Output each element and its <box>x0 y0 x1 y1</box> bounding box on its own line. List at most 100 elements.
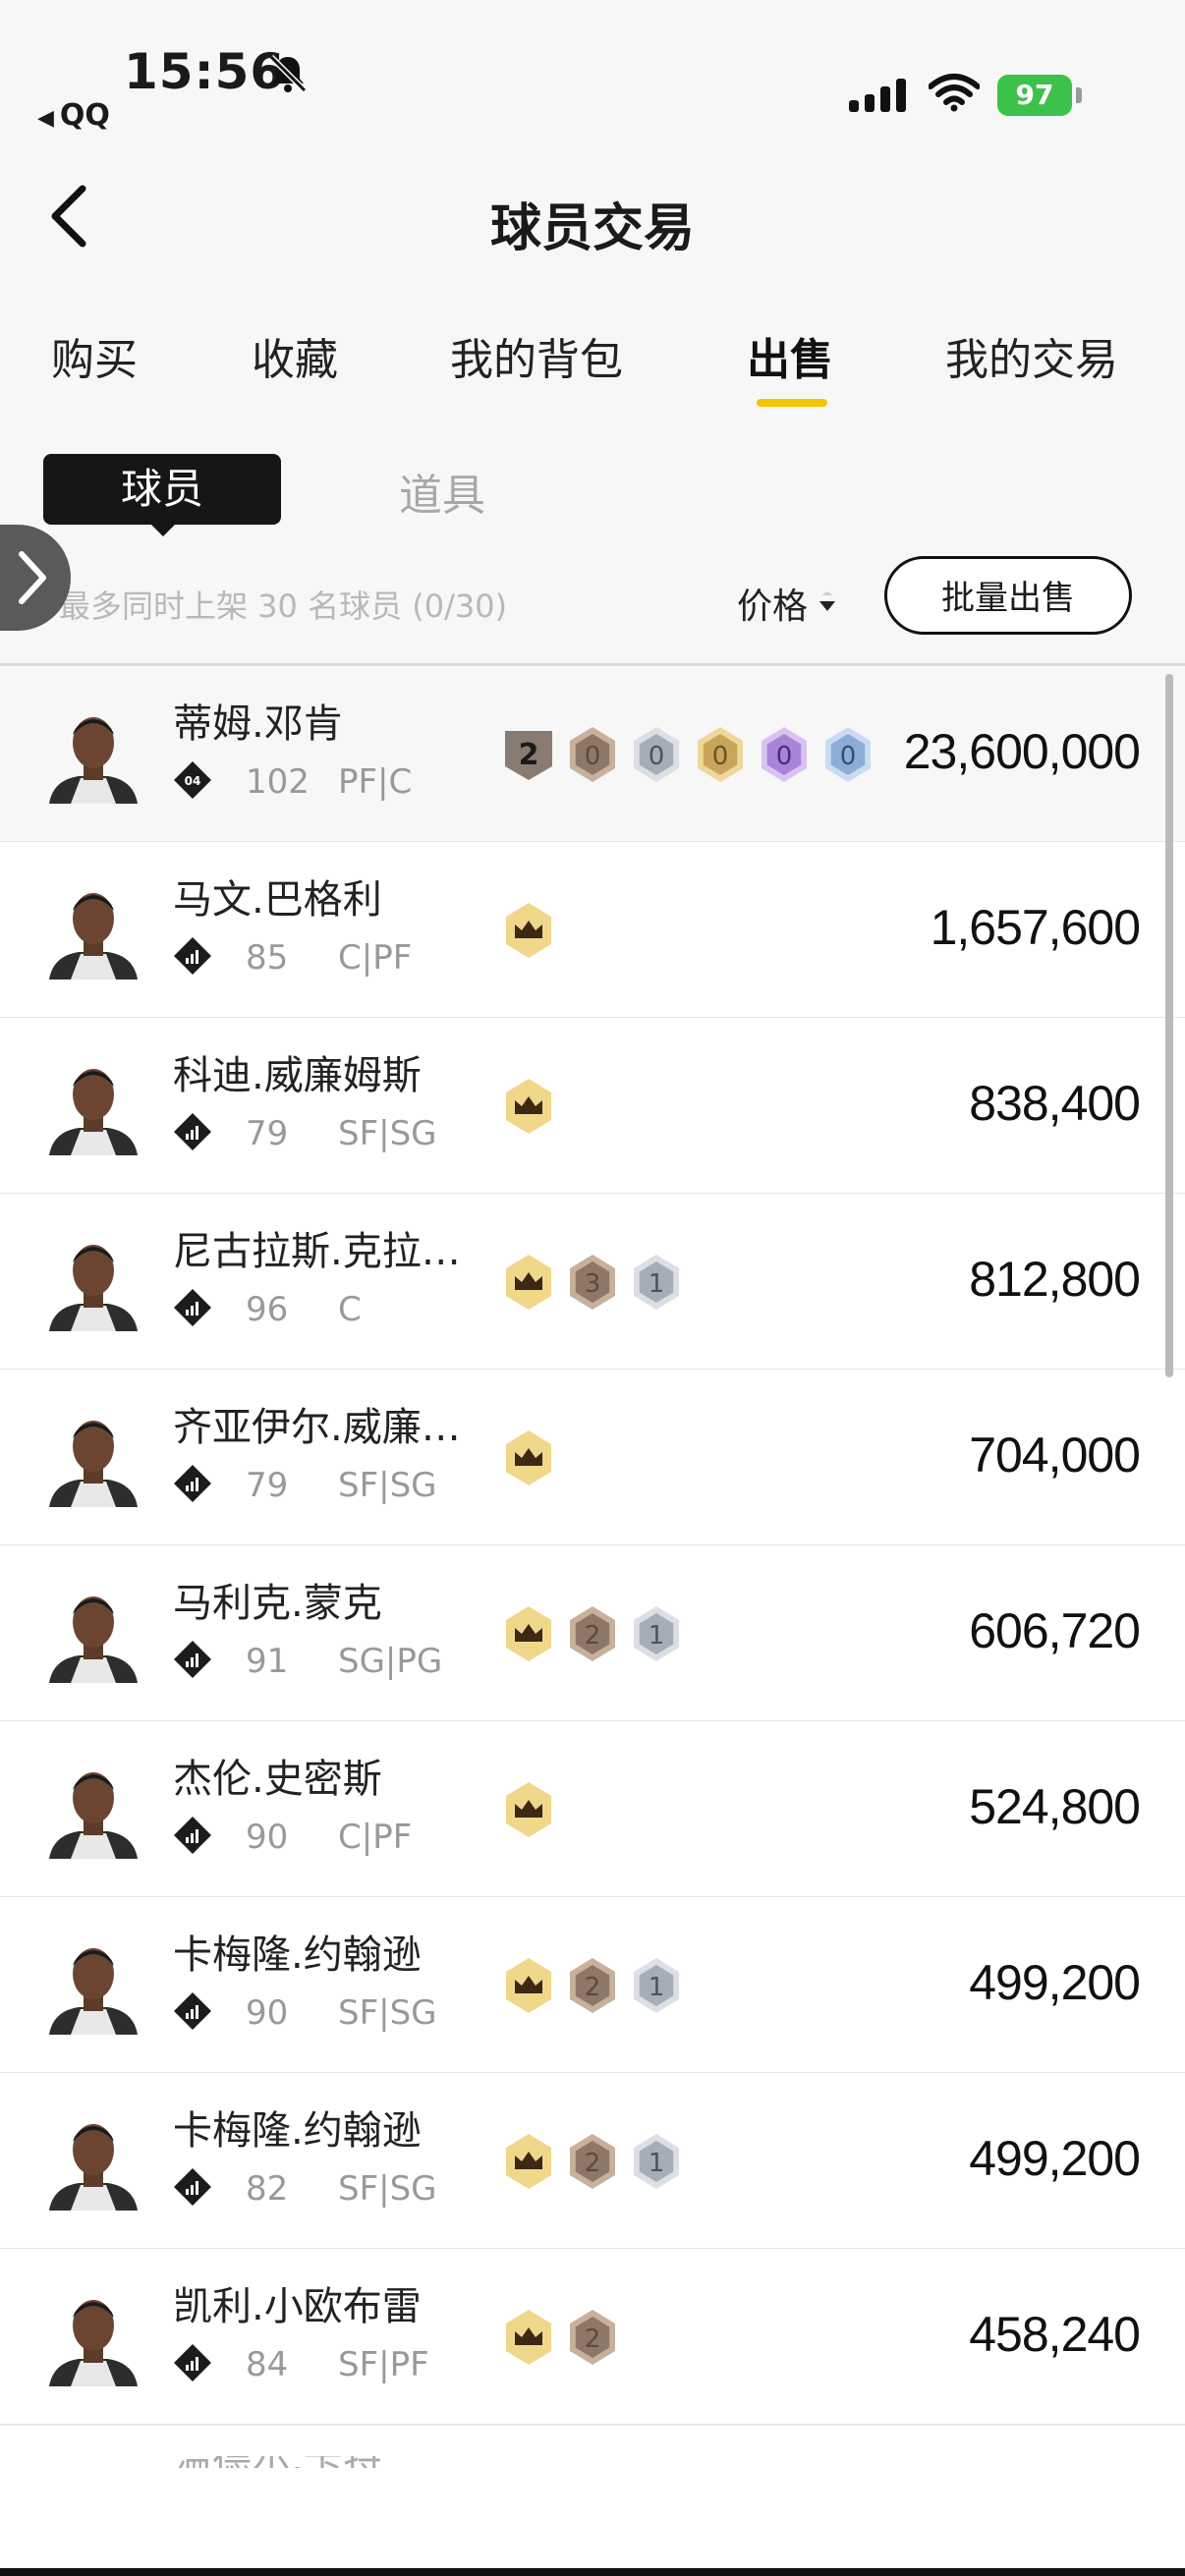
crown-badge-icon <box>501 2132 556 2191</box>
player-rating: 96 <box>246 1290 289 1329</box>
player-price: 524,800 <box>969 1779 1141 1834</box>
player-name: 杰伦.史密斯 <box>173 1757 382 1802</box>
player-name: 马利克.蒙克 <box>173 1581 382 1626</box>
signal-diamond-icon <box>173 1288 212 1327</box>
battery-indicator: 97 <box>997 75 1084 116</box>
player-row[interactable]: 尼古拉斯.克拉… 96 C 3 1 812,800 <box>0 1194 1185 1371</box>
player-position: SF|SG <box>338 1466 437 1505</box>
tab-my-bag[interactable]: 我的背包 <box>450 324 623 387</box>
rank-level-label: 2 <box>519 738 539 772</box>
player-name: 卡梅隆.约翰逊 <box>173 1932 422 1978</box>
main-tabs: 购买 收藏 我的背包 出售 我的交易 <box>0 285 1185 422</box>
player-name: 科迪.威廉姆斯 <box>173 1053 422 1098</box>
hex-badge-count: 0 <box>649 742 665 771</box>
player-name: 凯利.小欧布雷 <box>173 2284 422 2329</box>
silver-hex-badge: 0 <box>629 725 684 784</box>
subtab-players[interactable]: 球员 <box>43 454 281 525</box>
signal-diamond-icon <box>173 2343 212 2382</box>
back-app-label: QQ <box>59 98 110 133</box>
silver-hex-badge: 1 <box>629 1253 684 1312</box>
back-to-app-link[interactable]: ◀ QQ <box>37 98 110 133</box>
hex-badge-count: 3 <box>585 1269 601 1299</box>
player-name: 卡梅隆.约翰逊 <box>173 2108 422 2154</box>
player-price: 704,000 <box>969 1428 1141 1483</box>
player-avatar <box>41 1761 145 1859</box>
player-row[interactable]: 卡梅隆.约翰逊 82 SF|SG 2 1 499,200 <box>0 2073 1185 2250</box>
back-triangle-icon: ◀ <box>37 106 54 131</box>
status-time: 15:56 <box>124 43 286 100</box>
purple-hex-badge: 0 <box>757 725 812 784</box>
hex-badge-count: 1 <box>649 1973 665 2002</box>
signal-diamond-icon <box>173 936 212 976</box>
bottom-frame <box>0 2568 1185 2576</box>
hex-badge-count: 2 <box>585 2324 601 2354</box>
player-row[interactable]: 齐亚伊尔.威廉… 79 SF|SG 704,000 <box>0 1370 1185 1546</box>
player-position: SF|SG <box>338 1114 437 1153</box>
player-position: C|PF <box>338 1818 413 1857</box>
player-position: SG|PG <box>338 1642 443 1681</box>
hex-badge-count: 1 <box>649 1621 665 1651</box>
blue-hex-badge: 0 <box>820 725 875 784</box>
bell-muted-icon <box>268 54 308 93</box>
sort-price-label[interactable]: 价格 <box>737 578 808 629</box>
sort-caret-icon[interactable] <box>816 591 839 615</box>
player-row[interactable]: 蒂姆.邓肯 04 102 PF|C 2 0 0 0 0 0 23,600,000 <box>0 666 1185 843</box>
crown-badge-icon <box>501 901 556 960</box>
listing-limit-text: 最多同时上架 30 名球员 (0/30) <box>59 588 508 625</box>
battery-nub <box>1076 87 1082 103</box>
player-price: 499,200 <box>969 2131 1141 2186</box>
tab-sell[interactable]: 出售 <box>747 324 833 387</box>
subtab-pointer <box>149 523 177 536</box>
player-rating: 90 <box>246 1818 289 1857</box>
bronze-hex-badge: 2 <box>565 2132 620 2191</box>
wifi-icon <box>929 74 980 112</box>
player-row[interactable]: 科迪.威廉姆斯 79 SF|SG 838,400 <box>0 1018 1185 1195</box>
rank-diamond-label: 04 <box>185 774 201 788</box>
player-position: SF|SG <box>338 2169 437 2209</box>
player-price: 458,240 <box>969 2307 1141 2362</box>
crown-badge-icon <box>501 1428 556 1487</box>
bulk-sell-button[interactable]: 批量出售 <box>884 556 1132 635</box>
player-rating: 82 <box>246 2169 289 2209</box>
tab-favorites[interactable]: 收藏 <box>252 324 338 387</box>
bronze-hex-badge: 2 <box>565 1604 620 1663</box>
player-rating: 84 <box>246 2345 289 2384</box>
player-price: 23,600,000 <box>903 724 1141 779</box>
player-avatar <box>41 1409 145 1507</box>
player-rating: 85 <box>246 938 289 978</box>
subtab-props[interactable]: 道具 <box>399 460 485 523</box>
player-rating: 90 <box>246 1993 289 2033</box>
player-row[interactable]: 凯利.小欧布雷 84 SF|PF 2 458,240 <box>0 2249 1185 2426</box>
player-price: 812,800 <box>969 1252 1141 1307</box>
player-position: PF|C <box>338 762 413 802</box>
hex-badge-count: 0 <box>776 742 793 771</box>
signal-diamond-icon <box>173 1991 212 2031</box>
player-avatar <box>41 1936 145 2035</box>
signal-diamond-icon <box>173 1640 212 1679</box>
bronze-hex-badge: 3 <box>565 1253 620 1312</box>
sub-tabs: 球员 道具 最多同时上架 30 名球员 (0/30) 价格 批量出售 <box>0 422 1185 668</box>
hex-badge-count: 2 <box>585 2149 601 2178</box>
hex-badge-count: 0 <box>585 742 601 771</box>
signal-diamond-icon <box>173 1112 212 1151</box>
player-position: SF|SG <box>338 1993 437 2033</box>
scrollbar[interactable] <box>1165 674 1173 1377</box>
player-row[interactable]: 马文.巴格利 85 C|PF 1,657,600 <box>0 842 1185 1019</box>
player-row[interactable]: 杰伦.史密斯 90 C|PF 524,800 <box>0 1721 1185 1898</box>
crown-badge-icon <box>501 1604 556 1663</box>
player-name: 尼古拉斯.克拉… <box>173 1229 461 1274</box>
player-price: 1,657,600 <box>930 900 1141 955</box>
crown-badge-icon <box>501 1077 556 1136</box>
tab-my-trades[interactable]: 我的交易 <box>945 324 1118 387</box>
player-position: SF|PF <box>338 2345 429 2384</box>
player-name: 马文.巴格利 <box>173 877 382 923</box>
player-name: 齐亚伊尔.威廉… <box>173 1405 461 1450</box>
player-avatar <box>41 1233 145 1331</box>
player-avatar <box>41 705 145 804</box>
player-row[interactable]: 马利克.蒙克 91 SG|PG 2 1 606,720 <box>0 1545 1185 1722</box>
partial-next-row-name: 温德尔.卡特 <box>173 2456 389 2468</box>
player-position: C|PF <box>338 938 413 978</box>
tab-buy[interactable]: 购买 <box>51 324 138 387</box>
player-row[interactable]: 卡梅隆.约翰逊 90 SF|SG 2 1 499,200 <box>0 1897 1185 2074</box>
signal-diamond-icon <box>173 1816 212 1855</box>
